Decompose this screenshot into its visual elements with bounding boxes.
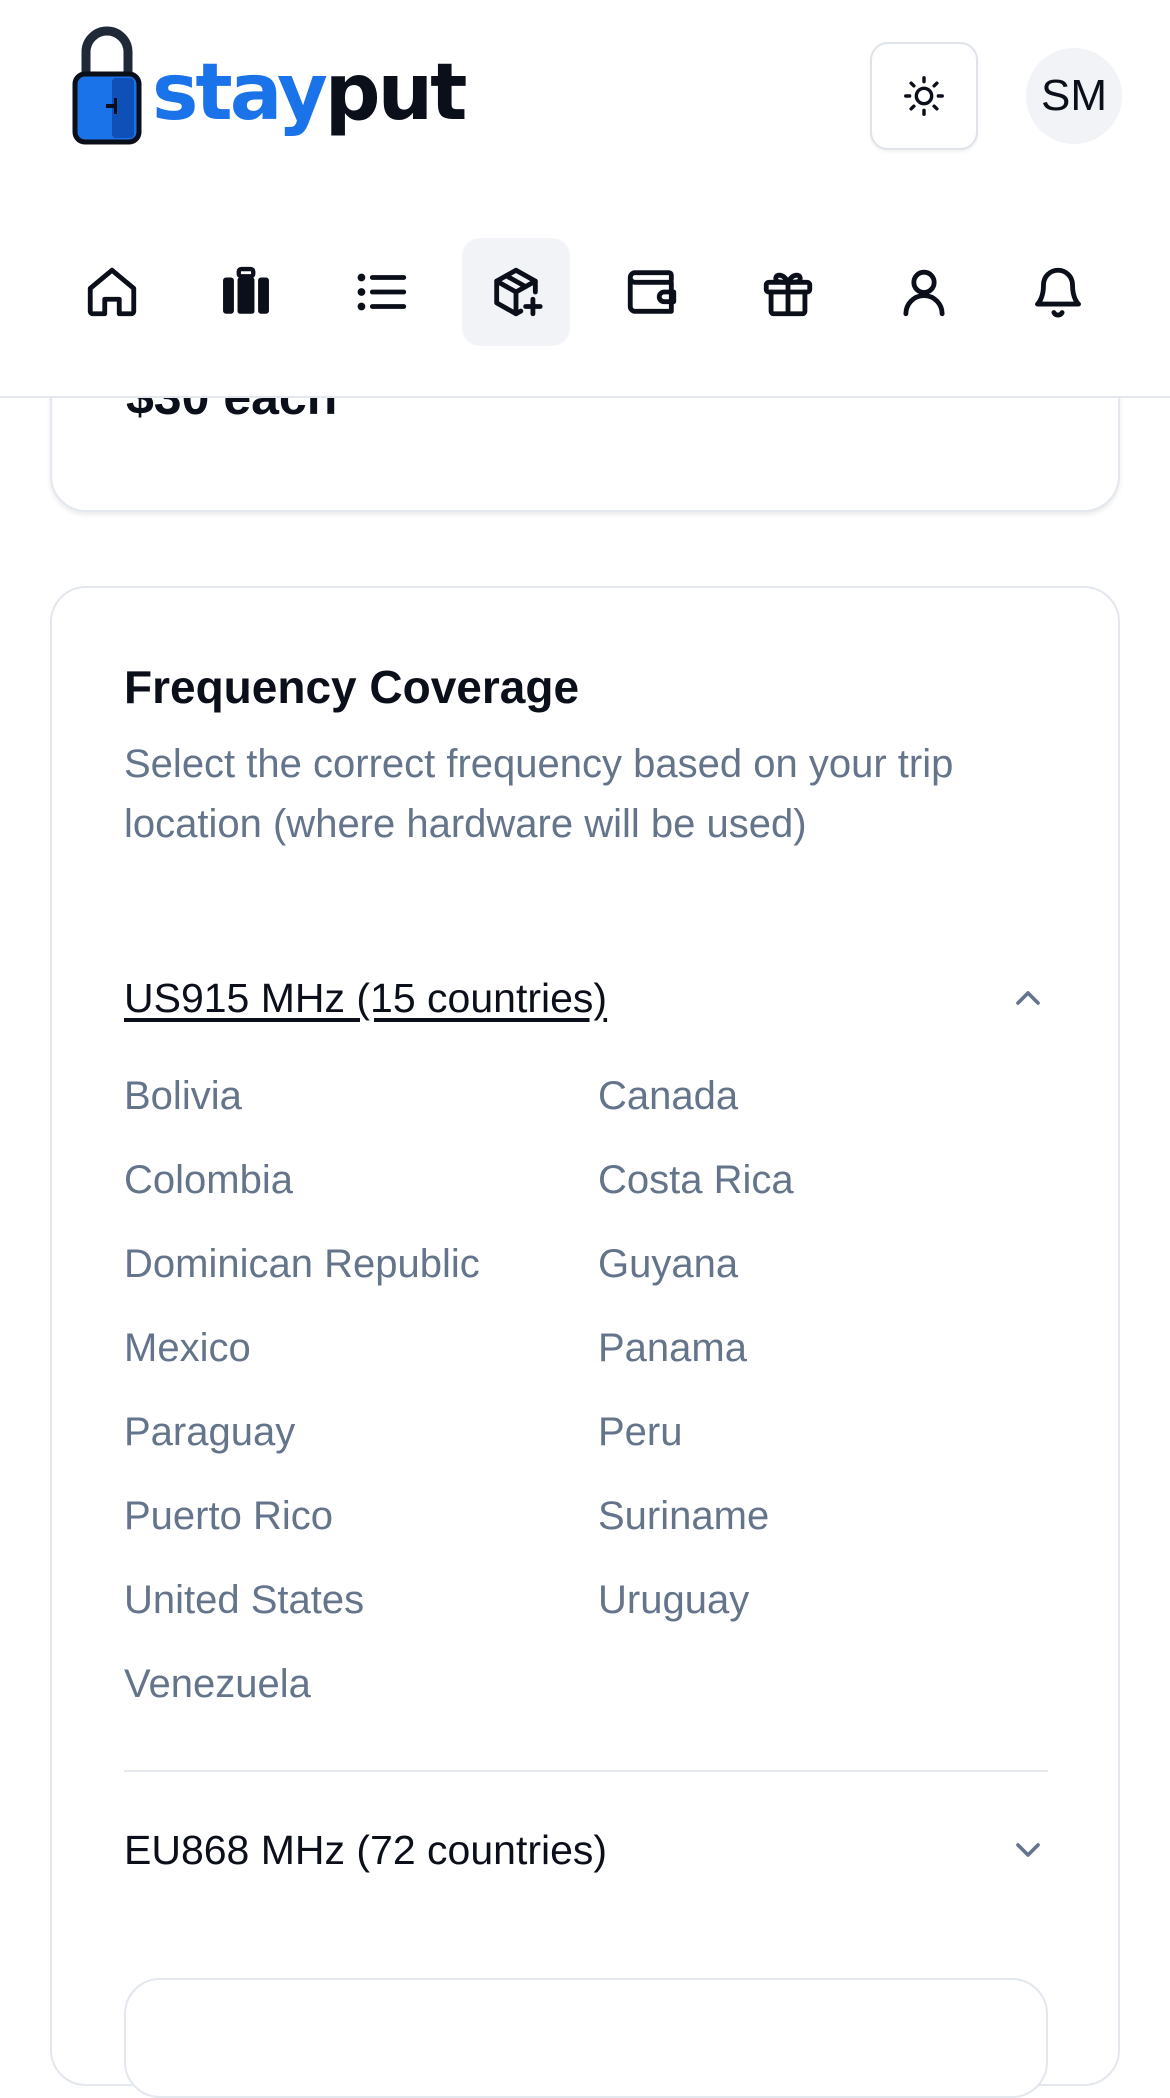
country-item: Peru [598,1410,683,1454]
country-item: Venezuela [124,1662,311,1706]
wallet-icon [627,270,677,314]
section-title: Frequency Coverage [124,661,580,713]
country-list: Bolivia Canada Colombia Costa Rica Domin… [124,1054,1064,1726]
nav-home[interactable] [58,238,166,346]
country-item: Paraguay [124,1410,296,1454]
country-item: Guyana [598,1242,739,1286]
country-item: Bolivia [124,1074,242,1118]
section-subtitle: Select the correct frequency based on yo… [124,742,954,846]
accordion-eu868[interactable]: EU868 MHz (72 countries) [124,1810,1048,1890]
country-item: Uruguay [598,1578,750,1622]
chevron-up-icon [1008,978,1048,1018]
accordion-us915[interactable]: US915 MHz (15 countries) [124,958,1048,1038]
brand-logo[interactable]: stayput [72,22,467,146]
accordion-label: EU868 MHz (72 countries) [124,1826,608,1873]
user-avatar[interactable]: SM [1026,48,1122,144]
brand-name: stayput [152,48,467,138]
nav-list[interactable] [328,238,436,346]
country-item: Costa Rica [598,1158,794,1202]
nav-rewards[interactable] [734,238,842,346]
nav-hardware[interactable] [462,238,570,346]
chevron-down-icon [1008,1830,1048,1870]
lock-logo-icon [72,26,142,145]
list-icon [357,273,407,311]
package-plus-icon [494,267,543,317]
sun-icon [904,76,944,116]
user-icon [903,269,945,317]
country-item: Puerto Rico [124,1494,333,1538]
theme-toggle-button[interactable] [870,42,978,150]
country-item: Panama [598,1326,747,1370]
accordion-label: US915 MHz (15 countries) [124,974,608,1021]
country-item: Suriname [598,1494,770,1538]
app-header: stayput SM [0,0,1170,398]
luggage-icon [223,266,269,314]
bell-icon [1035,267,1081,318]
country-item: United States [124,1578,365,1622]
country-item: Dominican Republic [124,1242,480,1286]
main-nav [0,238,1170,350]
frequency-coverage-card: Frequency Coverage Select the correct fr… [50,586,1120,2098]
nav-notifications[interactable] [1004,238,1112,346]
nav-profile[interactable] [870,238,978,346]
gift-icon [763,272,813,317]
country-item: Mexico [124,1326,251,1370]
home-icon [87,267,137,317]
nav-wallet[interactable] [598,238,706,346]
country-item: Canada [598,1074,739,1118]
next-section-card [124,1978,1048,2098]
country-item: Colombia [124,1158,293,1202]
accordion-divider [124,1770,1048,1772]
nav-trips[interactable] [192,238,300,346]
